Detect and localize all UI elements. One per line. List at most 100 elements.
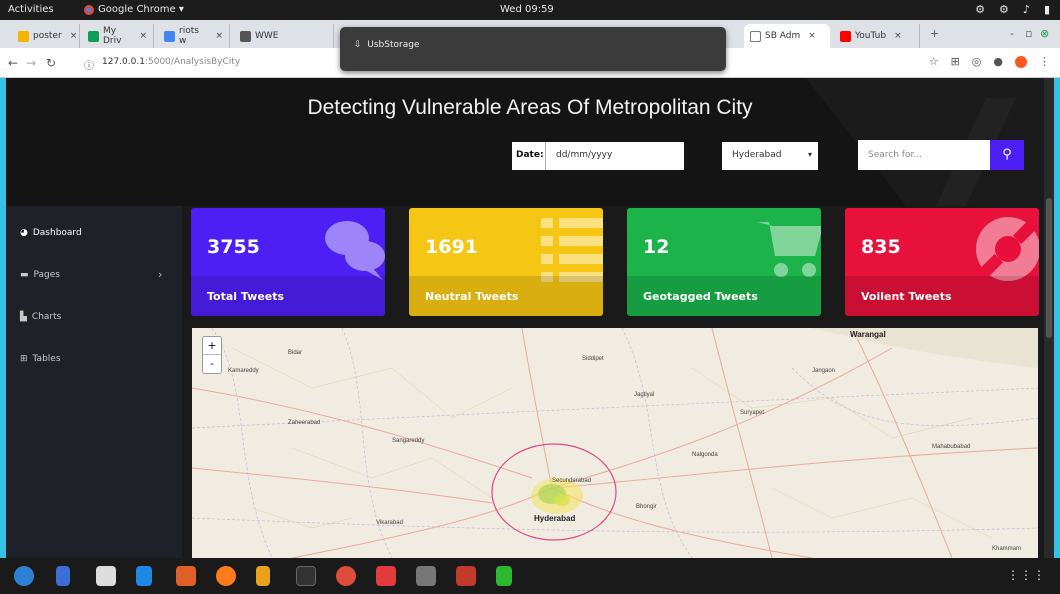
search-icon: ⚲ (1002, 147, 1012, 162)
system-top-bar: Activities Google Chrome ▾ Wed 09:59 ⚙ ⚙… (0, 0, 1060, 20)
tab-favicon (88, 30, 99, 42)
software-center-icon[interactable] (176, 566, 196, 586)
chrome-menu-icon[interactable]: ⋮ (1039, 55, 1050, 68)
account-avatar[interactable] (1015, 55, 1027, 68)
cart-icon (757, 222, 821, 277)
page-scrollbar[interactable] (1044, 78, 1054, 558)
notification-text: UsbStorage (367, 40, 420, 50)
card-value: 835 (861, 236, 901, 258)
writer-icon[interactable] (136, 566, 152, 586)
sidebar-item-charts[interactable]: ▙ Charts (20, 312, 61, 322)
site-info-icon[interactable]: ⓘ (84, 57, 94, 72)
card-neutral-tweets[interactable]: 1691 Neutral Tweets (409, 208, 603, 316)
back-icon[interactable]: ← (8, 56, 18, 70)
screenshot-icon[interactable] (376, 566, 396, 586)
chrome-dock-icon[interactable] (336, 566, 356, 586)
scrollbar-thumb[interactable] (1046, 198, 1052, 338)
map-tiles (192, 328, 1038, 558)
profile-icon[interactable]: ● (993, 55, 1003, 68)
header-banner: Detecting Vulnerable Areas Of Metropolit… (6, 78, 1054, 206)
map-label: Bidar (288, 350, 303, 356)
settings-icon[interactable]: ⚙ (999, 3, 1009, 16)
network-icon[interactable]: ⚙ (975, 3, 985, 16)
search-button[interactable]: ⚲ (990, 140, 1024, 170)
map-label: Suryapet (740, 410, 765, 416)
tab-riots[interactable]: riots w × (158, 24, 230, 48)
new-tab-icon[interactable]: + (930, 27, 939, 40)
close-tab-icon[interactable]: × (139, 31, 147, 41)
volume-icon[interactable]: ♪ (1023, 3, 1030, 16)
search-input[interactable]: Search for... (858, 140, 990, 170)
tab-my-drive[interactable]: My Driv × (82, 24, 154, 48)
map-label: Nalgonda (692, 452, 718, 458)
tab-youtube[interactable]: YouTub × (834, 24, 920, 48)
calc-icon[interactable] (496, 566, 512, 586)
dashboard-icon: ◕ (20, 228, 28, 238)
map-label: Jangaon (812, 368, 836, 374)
date-filter: Date: dd/mm/yyyy (512, 142, 684, 170)
city-map[interactable]: + - Warangal Hyderabad Secunderabad Bida… (192, 328, 1038, 558)
usb-notification[interactable]: ⇩ UsbStorage (340, 27, 726, 71)
card-total-tweets[interactable]: 3755 Total Tweets (191, 208, 385, 316)
extension-icon[interactable]: ◎ (972, 55, 982, 68)
sidebar-item-dashboard[interactable]: ◕ Dashboard (20, 228, 82, 238)
zoom-out-button[interactable]: - (203, 355, 221, 373)
sublime-text-icon[interactable] (256, 566, 270, 586)
card-value: 1691 (425, 236, 478, 258)
close-tab-icon[interactable]: × (808, 31, 816, 41)
city-select[interactable]: Hyderabad ▾ (722, 142, 818, 170)
page-title: Detecting Vulnerable Areas Of Metropolit… (307, 96, 753, 119)
map-label: Hyderabad (534, 514, 576, 523)
tab-wwe[interactable]: WWE (234, 24, 334, 48)
map-label: Vikarabad (376, 520, 403, 526)
rhythmbox-icon[interactable] (96, 566, 116, 586)
reload-icon[interactable]: ↻ (46, 56, 56, 70)
taskbar-dock: ⋮⋮⋮ (0, 558, 1060, 594)
zoom-in-button[interactable]: + (203, 337, 221, 355)
card-label: Total Tweets (207, 290, 285, 303)
tab-label: poster (33, 31, 62, 41)
maximize-icon[interactable]: ▫ (1025, 27, 1032, 40)
files-icon[interactable] (56, 566, 70, 586)
bookmark-star-icon[interactable]: ☆ (929, 55, 939, 68)
close-tab-icon[interactable]: × (70, 31, 78, 41)
thunderbird-icon[interactable] (14, 566, 34, 586)
map-label: Zaheerabad (288, 420, 321, 426)
system-tray[interactable]: ⚙ ⚙ ♪ ▮ (975, 3, 1050, 16)
translate-icon[interactable]: ⊞ (951, 55, 960, 68)
app-menu[interactable]: Google Chrome ▾ (84, 4, 184, 15)
tab-poster[interactable]: poster × (12, 24, 80, 48)
forward-icon[interactable]: → (26, 56, 36, 70)
tab-sb-admin[interactable]: SB Adm × (744, 24, 830, 48)
list-icon (541, 218, 603, 282)
sidebar-item-tables[interactable]: ⊞ Tables (20, 354, 61, 364)
close-tab-icon[interactable]: × (894, 31, 902, 41)
close-tab-icon[interactable]: × (215, 31, 223, 41)
clock[interactable]: Wed 09:59 (500, 4, 554, 15)
sidebar-item-pages[interactable]: ▬ Pages (20, 270, 60, 280)
tab-favicon (840, 30, 851, 42)
map-label: Sangareddy (392, 438, 425, 444)
map-zoom-control: + - (202, 336, 222, 374)
minimize-icon[interactable]: - (1010, 27, 1014, 40)
terminal-icon[interactable] (296, 566, 316, 586)
url-path: :5000/AnalysisByCity (144, 57, 241, 67)
card-geotagged-tweets[interactable]: 12 Geotagged Tweets (627, 208, 821, 316)
card-violent-tweets[interactable]: 835 Voilent Tweets (845, 208, 1039, 316)
tools-icon[interactable] (416, 566, 436, 586)
battery-icon[interactable]: ▮ (1044, 3, 1050, 16)
close-window-icon[interactable]: ⊗ (1040, 27, 1049, 40)
url-host: 127.0.0.1 (102, 57, 145, 67)
address-bar[interactable]: 127.0.0.1:5000/AnalysisByCity (102, 57, 240, 67)
date-input[interactable]: dd/mm/yyyy (546, 142, 684, 170)
city-select-value: Hyderabad (732, 150, 782, 160)
web-page: Detecting Vulnerable Areas Of Metropolit… (6, 78, 1054, 558)
map-label: Kamareddy (228, 368, 259, 374)
firefox-icon[interactable] (216, 566, 236, 586)
activities-button[interactable]: Activities (8, 4, 54, 15)
sidebar-item-label: Tables (32, 354, 61, 364)
tab-label: SB Adm (765, 31, 801, 41)
show-applications-icon[interactable]: ⋮⋮⋮ (1007, 568, 1046, 582)
tab-favicon (750, 30, 761, 42)
app-icon[interactable] (456, 566, 476, 586)
